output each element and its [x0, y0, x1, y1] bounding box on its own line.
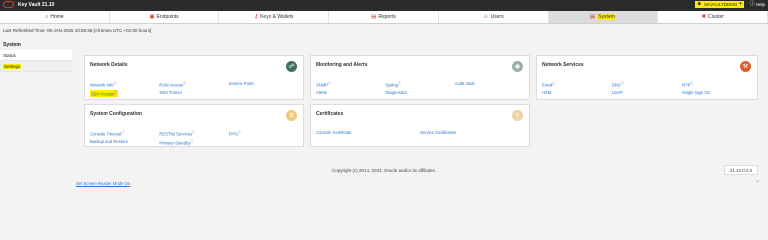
email-link[interactable]: Emailⓘ [542, 81, 612, 87]
tab-reports[interactable]: ▤ Reports [329, 11, 439, 23]
backup-restore-link[interactable]: Backup and Restore [90, 139, 159, 145]
tab-system-label: System [597, 14, 616, 20]
config-icon: ⚙ [286, 110, 297, 121]
tab-home-label: Home [50, 14, 64, 20]
main-nav: ⌂ Home ▣ Endpoints ⚷ Keys & Wallets ▤ Re… [0, 11, 768, 24]
restful-services-link[interactable]: RESTful Servicesⓘ [159, 130, 228, 136]
info-icon: ⓘ [192, 130, 196, 134]
single-sign-on-link[interactable]: Single Sign On [682, 90, 752, 95]
user-area: ☻ SKVAULTDEMO ▾ ⓘ Help [694, 1, 765, 8]
title-bar: Key Vault 21.10 ☻ SKVAULTDEMO ▾ ⓘ Help [0, 0, 768, 11]
monitoring-alerts-card: Monitoring and Alerts ◉ SNMPⓘ Syslogⓘ Au… [310, 55, 530, 100]
info-icon: ⓘ [328, 81, 332, 85]
sidebar-title: System [3, 41, 21, 48]
syslog-link[interactable]: Syslogⓘ [385, 81, 454, 87]
certificates-card: Certificates ✎ Console Certificate Servi… [310, 104, 530, 147]
ssh-tunnel-link[interactable]: SSH Tunnel [159, 90, 228, 96]
console-timeout-link[interactable]: Console Timeoutⓘ [90, 130, 159, 136]
info-icon: ⓘ [113, 81, 117, 85]
sidebar-item-label: Status [3, 52, 16, 58]
tab-cluster-label: Cluster [708, 14, 724, 20]
endpoints-icon: ▣ [149, 14, 155, 20]
ssh-access-link[interactable]: SSH Accessⓘ [90, 90, 119, 97]
help-label: Help [755, 2, 765, 7]
user-name: SKVAULTDEMO [703, 2, 738, 7]
user-menu[interactable]: ☻ SKVAULTDEMO ▾ [694, 1, 744, 8]
oracle-logo-icon [3, 1, 14, 8]
last-refreshed-time: Last Refreshed Time: 06-JAN-2025 10:59:3… [3, 28, 152, 33]
snmp-link[interactable]: SNMPⓘ [316, 81, 385, 87]
help-icon: ⓘ [749, 1, 755, 7]
app-name: Key Vault 21.10 [18, 1, 55, 8]
tab-keys-wallets-label: Keys & Wallets [260, 14, 294, 20]
info-icon: ⓘ [552, 81, 556, 85]
sidebar-item-settings[interactable]: Settings [0, 61, 72, 72]
user-icon: ☻ [696, 1, 702, 7]
card-title: Network Services [542, 62, 584, 68]
info-icon: ⓘ [620, 81, 624, 85]
info-icon: ⓘ [237, 130, 241, 134]
fips-link[interactable]: FIPSⓘ [229, 130, 298, 136]
info-icon: ⓘ [114, 90, 118, 95]
network-icon: ☍ [286, 61, 297, 72]
system-icon: ▤ [590, 14, 596, 20]
card-title: System Configuration [90, 111, 142, 117]
monitoring-icon: ◉ [512, 61, 523, 72]
keys-icon: ⚷ [254, 14, 259, 20]
ntp-link[interactable]: NTPⓘ [682, 81, 752, 87]
service-ports-link[interactable]: Service Ports [229, 81, 298, 87]
network-details-card: Network Details ☍ Network Infoⓘ RAM Acce… [84, 55, 304, 100]
info-icon: ⓘ [183, 81, 187, 85]
ldap-link[interactable]: LDAP [612, 90, 682, 95]
hsm-link[interactable]: HSM [542, 90, 612, 95]
cluster-icon: ✖ [701, 14, 707, 20]
card-title: Certificates [316, 111, 344, 117]
service-certificates-link[interactable]: Service Certificates [420, 130, 524, 135]
info-icon: ⓘ [690, 81, 694, 85]
info-icon: ⓘ [190, 139, 194, 144]
wrench-icon: ⚒ [740, 61, 751, 72]
sidebar-item-label: Settings [3, 63, 22, 69]
tab-endpoints[interactable]: ▣ Endpoints [110, 11, 220, 23]
system-configuration-card: System Configuration ⚙ Console Timeoutⓘ … [84, 104, 304, 147]
tab-users-label: Users [490, 14, 504, 20]
tab-keys-wallets[interactable]: ⚷ Keys & Wallets [219, 11, 330, 23]
tab-endpoints-label: Endpoints [156, 14, 179, 20]
screen-reader-link[interactable]: Set Screen Reader Mode On [76, 181, 130, 186]
alerts-link[interactable]: Alerts [316, 90, 385, 95]
info-icon: ⓘ [121, 130, 125, 134]
reports-icon: ▤ [371, 14, 377, 20]
home-icon: ⌂ [45, 14, 49, 20]
tab-users[interactable]: ☺ Users [439, 11, 549, 23]
network-services-card: Network Services ⚒ Emailⓘ DNSⓘ NTPⓘ HSM … [536, 55, 758, 100]
users-icon: ☺ [482, 14, 489, 20]
chevron-down-icon[interactable]: ⌄ [755, 177, 760, 184]
audit-vault-link[interactable]: Audit Vault [455, 81, 524, 87]
diagnostics-link[interactable]: Diagnostics [385, 90, 454, 95]
help-link[interactable]: ⓘ Help [749, 1, 765, 8]
primary-standby-link[interactable]: Primary-Standbyⓘ [159, 139, 228, 145]
console-certificate-link[interactable]: Console Certificate [316, 130, 420, 135]
info-icon: ⓘ [397, 81, 401, 85]
chevron-down-icon: ▾ [739, 1, 742, 7]
brand: Key Vault 21.10 [3, 1, 54, 8]
network-info-link[interactable]: Network Infoⓘ [90, 81, 159, 87]
copyright: Copyright (c) 2014, 2024, Oracle and/or … [332, 168, 436, 173]
version-badge: 21.10.0.0.0 [724, 165, 758, 175]
sidebar-item-status[interactable]: Status [0, 50, 72, 61]
sidebar: System Status Settings [0, 39, 72, 216]
dns-link[interactable]: DNSⓘ [612, 81, 682, 87]
tab-reports-label: Reports [378, 14, 396, 20]
certificate-icon: ✎ [512, 110, 523, 121]
tab-system[interactable]: ▤ System [548, 11, 659, 23]
tab-cluster[interactable]: ✖ Cluster [658, 11, 768, 23]
tab-home[interactable]: ⌂ Home [0, 11, 110, 23]
card-title: Monitoring and Alerts [316, 62, 368, 68]
ram-access-link[interactable]: RAM Accessⓘ [159, 81, 228, 87]
card-title: Network Details [90, 62, 128, 68]
